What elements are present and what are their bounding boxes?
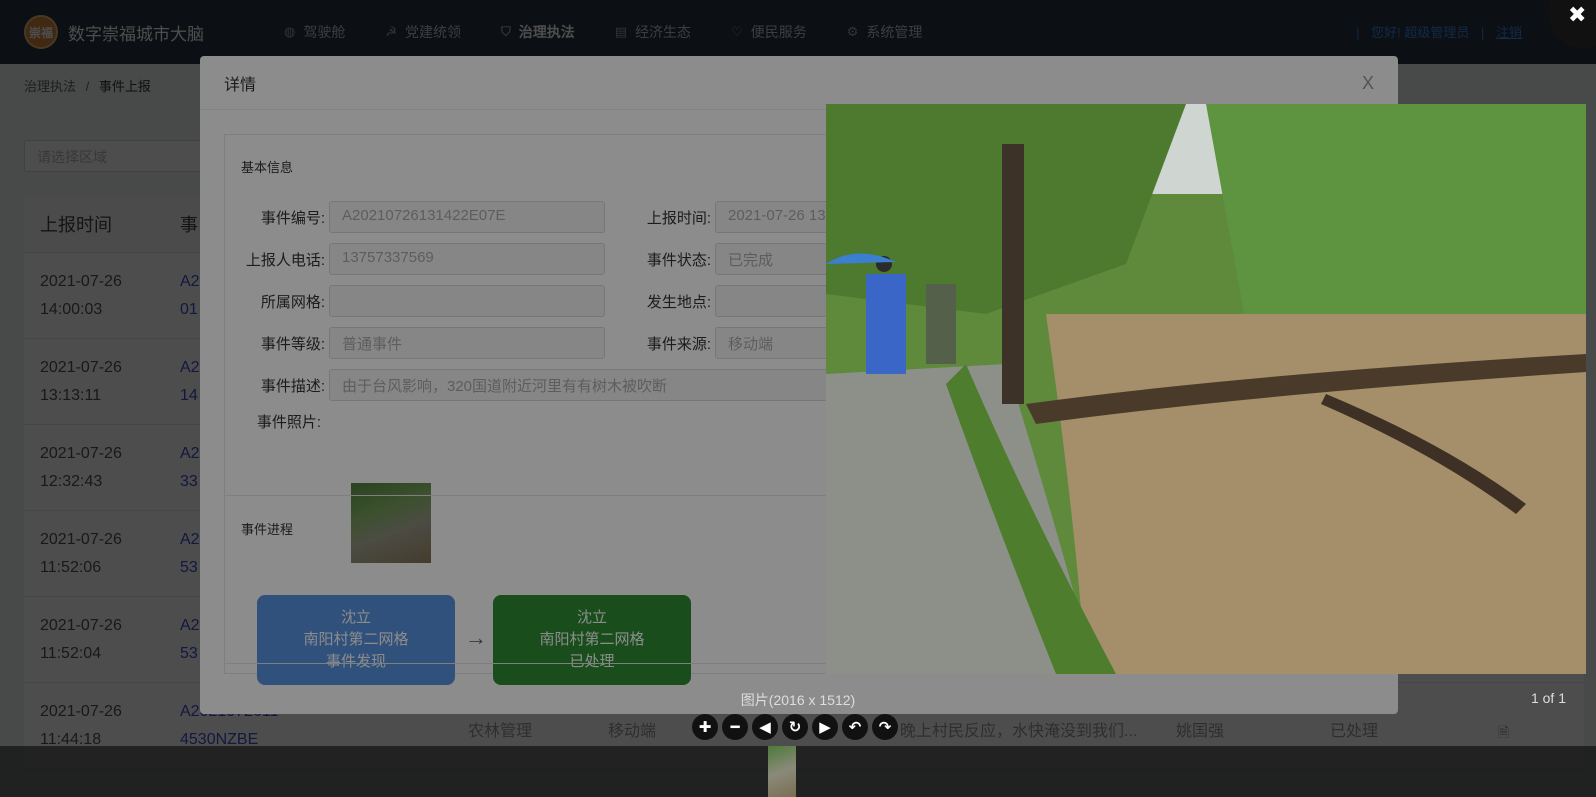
viewer-toolbar: ✚ ━ ◀ ↻ ▶ ↶ ↷: [690, 714, 900, 740]
prev-icon[interactable]: ◀: [752, 714, 778, 740]
next-icon[interactable]: ▶: [812, 714, 838, 740]
image-counter: 1 of 1: [1530, 690, 1566, 706]
image-caption: 图片(2016 x 1512): [740, 692, 856, 708]
viewer-thumbnail-bar: [0, 746, 1596, 797]
rotate-left-icon[interactable]: ↶: [842, 714, 868, 740]
zoom-in-icon[interactable]: ✚: [692, 714, 718, 740]
reset-icon[interactable]: ↻: [782, 714, 808, 740]
photo-fallen-tree: [826, 104, 1586, 674]
zoom-out-icon[interactable]: ━: [722, 714, 748, 740]
rotate-right-icon[interactable]: ↷: [872, 714, 898, 740]
viewer-photo[interactable]: [826, 104, 1586, 674]
viewer-thumbnail[interactable]: [768, 746, 796, 797]
close-icon: ✖: [1568, 2, 1587, 27]
